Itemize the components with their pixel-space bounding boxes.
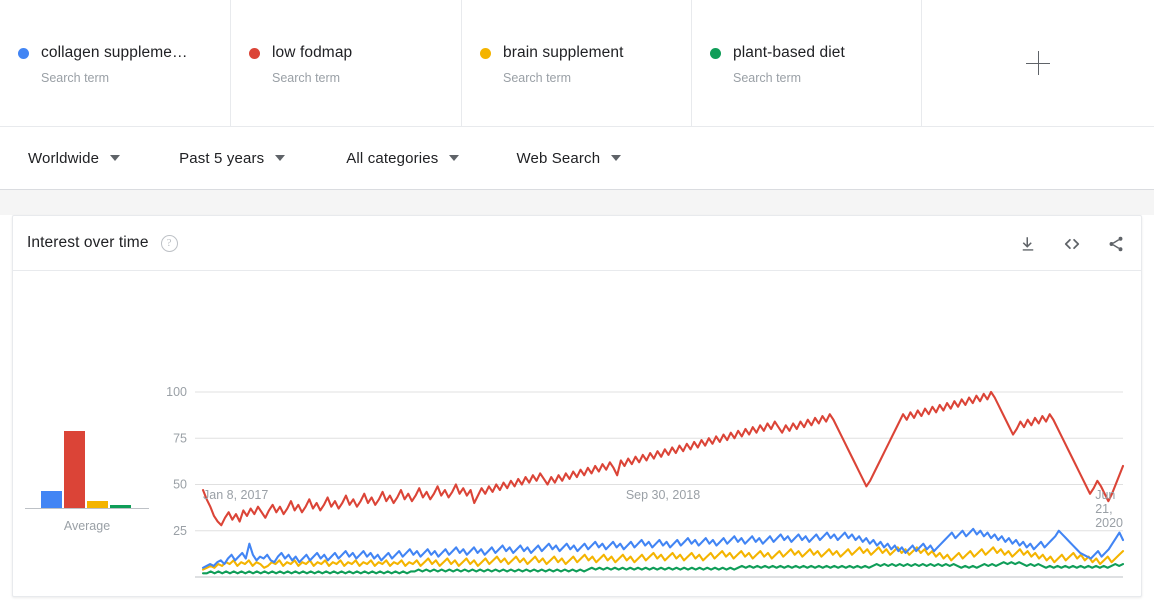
search-term-header-3: plant-based diet [710, 44, 921, 62]
search-term-label-3: plant-based diet [733, 44, 845, 62]
search-term-card-0[interactable]: collagen suppleme… Search term [0, 0, 231, 126]
x-tick-0: Jan 8, 2017 [203, 488, 268, 502]
page-title: Interest over time [27, 234, 149, 252]
google-trends-page: collagen suppleme… Search term low fodma… [0, 0, 1154, 613]
card-actions [1017, 216, 1127, 271]
search-term-type-3: Search term [733, 71, 921, 85]
filter-location[interactable]: Worldwide [28, 138, 120, 178]
series-color-dot-0 [18, 48, 29, 59]
average-bars [41, 376, 133, 508]
chart-body: Average 100 75 50 25 Jan 8, 2017 Sep 30, 201… [13, 271, 1141, 596]
average-label: Average [13, 519, 161, 533]
search-term-type-2: Search term [503, 71, 691, 85]
series-color-dot-3 [710, 48, 721, 59]
series-line-2 [203, 547, 1123, 569]
search-term-label-2: brain supplement [503, 44, 624, 62]
card-header: Interest over time ? [13, 216, 1141, 271]
embed-icon[interactable] [1061, 233, 1083, 255]
series-line-1 [203, 392, 1123, 525]
filter-search-type-label: Web Search [516, 150, 600, 167]
average-bar-0 [41, 491, 62, 508]
interest-over-time-card: Interest over time ? [12, 215, 1142, 597]
search-term-card-2[interactable]: brain supplement Search term [462, 0, 692, 126]
series-line-3 [203, 562, 1123, 573]
chevron-down-icon [275, 155, 285, 161]
filter-time-range-label: Past 5 years [179, 150, 264, 167]
filter-bar: Worldwide Past 5 years All categories We… [0, 127, 1154, 190]
average-panel: Average [13, 271, 161, 596]
x-tick-1: Sep 30, 2018 [626, 488, 700, 502]
y-tick-75: 75 [173, 431, 187, 445]
filter-search-type[interactable]: Web Search [516, 138, 621, 178]
filter-category-label: All categories [346, 150, 438, 167]
plot-svg: 100 75 50 25 [161, 271, 1141, 596]
search-term-header-2: brain supplement [480, 44, 691, 62]
x-tick-2: Jun 21, 2020 [1095, 488, 1123, 530]
chevron-down-icon [110, 155, 120, 161]
filter-category[interactable]: All categories [346, 138, 459, 178]
y-tick-100: 100 [166, 385, 187, 399]
series-color-dot-2 [480, 48, 491, 59]
chevron-down-icon [611, 155, 621, 161]
search-term-type-1: Search term [272, 71, 461, 85]
search-term-header-1: low fodmap [249, 44, 461, 62]
add-search-term-cell[interactable] [922, 0, 1154, 126]
chevron-down-icon [449, 155, 459, 161]
search-term-label-0: collagen suppleme… [41, 44, 188, 62]
search-term-type-0: Search term [41, 71, 230, 85]
search-term-label-1: low fodmap [272, 44, 352, 62]
series-color-dot-1 [249, 48, 260, 59]
filter-location-label: Worldwide [28, 150, 99, 167]
y-tick-50: 50 [173, 478, 187, 492]
background-spacer [0, 190, 1154, 215]
plus-icon[interactable] [1018, 43, 1058, 83]
search-terms-row: collagen suppleme… Search term low fodma… [0, 0, 1154, 127]
search-term-card-3[interactable]: plant-based diet Search term [692, 0, 922, 126]
interest-over-time-plot[interactable]: 100 75 50 25 [161, 271, 1141, 596]
share-icon[interactable] [1105, 233, 1127, 255]
search-term-header-0: collagen suppleme… [18, 44, 230, 62]
average-bar-2 [87, 501, 108, 508]
filter-time-range[interactable]: Past 5 years [179, 138, 285, 178]
y-tick-25: 25 [173, 524, 187, 538]
download-icon[interactable] [1017, 233, 1039, 255]
average-baseline [25, 508, 149, 509]
average-bar-1 [64, 431, 85, 508]
help-icon[interactable]: ? [161, 235, 178, 252]
search-term-card-1[interactable]: low fodmap Search term [231, 0, 462, 126]
